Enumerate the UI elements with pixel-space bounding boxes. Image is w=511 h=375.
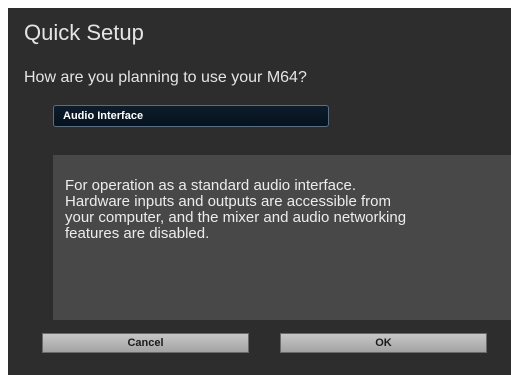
mode-description-text: For operation as a standard audio interf… (65, 177, 407, 242)
cancel-button[interactable]: Cancel (42, 333, 249, 353)
usage-mode-select[interactable]: Audio Interface (53, 105, 329, 127)
quick-setup-dialog: Quick Setup How are you planning to use … (8, 8, 511, 375)
dialog-title: Quick Setup (24, 20, 144, 45)
mode-description-panel: For operation as a standard audio interf… (53, 155, 511, 320)
ok-button[interactable]: OK (280, 333, 487, 353)
setup-question: How are you planning to use your M64? (24, 69, 307, 86)
